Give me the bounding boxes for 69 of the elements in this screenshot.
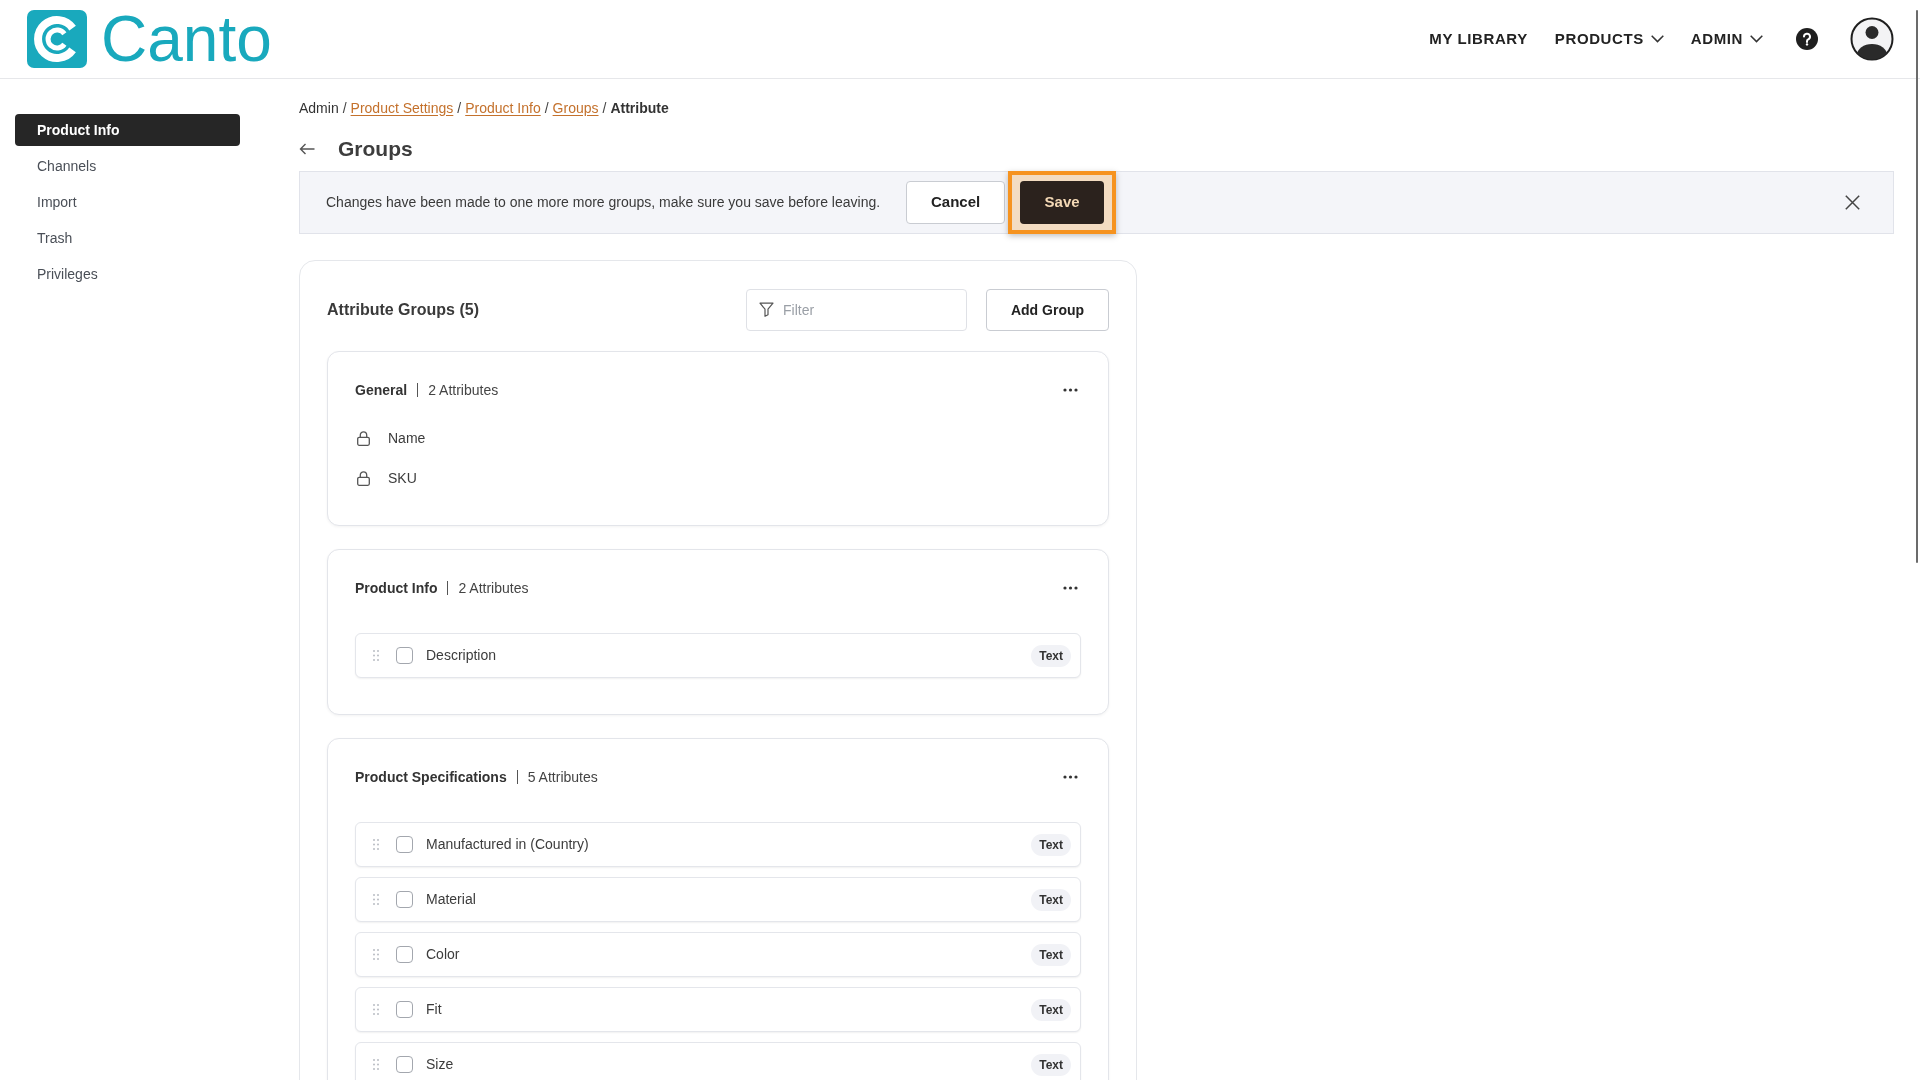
- group-name: Product Info: [355, 578, 438, 598]
- more-options-icon[interactable]: [1063, 775, 1078, 779]
- drag-handle-icon[interactable]: [373, 839, 379, 850]
- user-avatar-icon[interactable]: [1850, 17, 1894, 61]
- lock-icon: [357, 470, 370, 486]
- drag-handle-icon[interactable]: [373, 894, 379, 905]
- attribute-count: 2 Attributes: [428, 380, 499, 400]
- page-title: Groups: [338, 136, 413, 163]
- breadcrumb-link[interactable]: Product Info: [465, 97, 541, 119]
- help-icon[interactable]: [1796, 28, 1818, 50]
- filter-field[interactable]: Filter: [746, 289, 967, 331]
- drag-handle-icon[interactable]: [373, 1004, 379, 1015]
- add-group-button[interactable]: Add Group: [986, 289, 1109, 331]
- logo-wordmark: Canto: [101, 7, 272, 71]
- sidebar-item[interactable]: Channels: [15, 150, 240, 182]
- cancel-button[interactable]: Cancel: [906, 181, 1006, 224]
- type-badge: Text: [1031, 943, 1071, 966]
- breadcrumb-separator: /: [457, 98, 462, 118]
- nav-link[interactable]: MY LIBRARY: [1429, 27, 1528, 51]
- type-badge: Text: [1031, 998, 1071, 1021]
- type-badge: Text: [1031, 644, 1071, 667]
- attribute-name: Size: [426, 1055, 454, 1074]
- attribute-name: Description: [426, 646, 497, 665]
- drag-handle-icon[interactable]: [373, 650, 379, 661]
- sidebar-item[interactable]: Import: [15, 186, 240, 218]
- type-badge: Text: [1031, 833, 1071, 856]
- attribute-name: Fit: [426, 1000, 442, 1019]
- panel-title: Attribute Groups (5): [327, 300, 479, 320]
- type-badge: Text: [1031, 888, 1071, 911]
- sidebar-item[interactable]: Product Info: [15, 114, 240, 146]
- group-name: General: [355, 380, 408, 400]
- attribute-count: 2 Attributes: [458, 578, 529, 598]
- attribute-name: Material: [426, 890, 476, 909]
- checkbox[interactable]: [396, 891, 413, 908]
- nav-link[interactable]: ADMIN: [1690, 27, 1763, 51]
- attribute-name: Name: [388, 428, 426, 448]
- checkbox[interactable]: [396, 1001, 413, 1018]
- attribute-name: SKU: [388, 468, 417, 488]
- checkbox[interactable]: [396, 836, 413, 853]
- breadcrumb-separator: /: [602, 98, 607, 118]
- drag-handle-icon[interactable]: [373, 949, 379, 960]
- drag-handle-icon[interactable]: [373, 1059, 379, 1070]
- nav-link[interactable]: PRODUCTS: [1554, 27, 1664, 51]
- sidebar-item[interactable]: Trash: [15, 222, 240, 254]
- group-name: Product Specifications: [355, 767, 507, 787]
- scrollbar-thumb[interactable]: [1916, 10, 1918, 563]
- breadcrumb-separator: /: [544, 98, 549, 118]
- checkbox[interactable]: [396, 1056, 413, 1073]
- attribute-name: Color: [426, 945, 460, 964]
- save-button[interactable]: Save: [1020, 181, 1105, 224]
- lock-icon: [357, 430, 370, 446]
- breadcrumb-link[interactable]: Product Settings: [350, 97, 454, 119]
- back-arrow-icon[interactable]: [299, 143, 315, 155]
- more-options-icon[interactable]: [1063, 586, 1078, 590]
- sidebar-item[interactable]: Privileges: [15, 258, 240, 290]
- banner-message: Changes have been made to one more more groups, make sure you save before leaving.: [326, 193, 881, 212]
- close-icon[interactable]: [1845, 195, 1860, 210]
- attribute-name: Manufactured in (Country): [426, 835, 589, 854]
- filter-icon: [759, 302, 774, 317]
- logo-icon: [27, 10, 87, 68]
- more-options-icon[interactable]: [1063, 388, 1078, 392]
- checkbox[interactable]: [396, 647, 413, 664]
- attribute-count: 5 Attributes: [527, 767, 598, 787]
- breadcrumb-current: Attribute: [610, 98, 669, 118]
- breadcrumb-link[interactable]: Groups: [552, 97, 599, 119]
- type-badge: Text: [1031, 1053, 1071, 1076]
- checkbox[interactable]: [396, 946, 413, 963]
- breadcrumb-text: Admin: [299, 98, 339, 118]
- breadcrumb-separator: /: [342, 98, 347, 118]
